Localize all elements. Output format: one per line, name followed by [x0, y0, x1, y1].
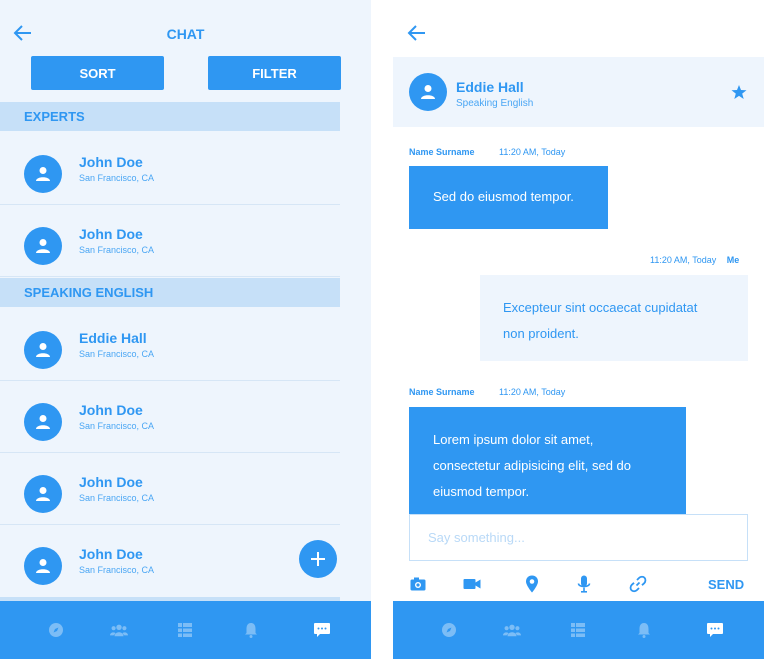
message-meta: 11:20 AM, Today Me: [650, 255, 739, 265]
message-text-line: Excepteur sint occaecat cupidatat: [503, 300, 698, 315]
list-icon[interactable]: [176, 621, 194, 639]
video-icon[interactable]: [463, 575, 481, 593]
contact-location: San Francisco, CA: [79, 245, 155, 255]
message-time: 11:20 AM, Today: [650, 255, 717, 265]
section-header-experts: EXPERTS: [0, 102, 340, 131]
contact-subtitle: Speaking English: [456, 98, 534, 109]
location-icon[interactable]: [523, 575, 541, 593]
avatar-icon: [409, 73, 447, 111]
sort-button[interactable]: SORT: [31, 56, 164, 90]
plus-icon: [311, 552, 325, 566]
message-meta: Name Surname 11:20 AM, Today: [409, 147, 565, 157]
contact-list-item[interactable]: John Doe San Francisco, CA: [0, 133, 340, 205]
contact-name: John Doe: [79, 226, 143, 242]
list-icon[interactable]: [569, 621, 587, 639]
page-title: CHAT: [166, 26, 205, 42]
camera-icon[interactable]: [409, 575, 427, 593]
message-sender: Name Surname: [409, 387, 475, 397]
back-arrow-icon[interactable]: [406, 22, 428, 44]
group-icon[interactable]: [110, 621, 128, 639]
bottom-navigation: [0, 601, 371, 659]
avatar-icon: [24, 155, 62, 193]
message-text: Sed do eiusmod tempor.: [433, 189, 574, 204]
group-icon[interactable]: [503, 621, 521, 639]
avatar-icon: [24, 331, 62, 369]
add-chat-button[interactable]: [299, 540, 337, 578]
contact-location: San Francisco, CA: [79, 493, 155, 503]
message-input[interactable]: Say something...: [409, 514, 748, 561]
section-header-speaking-english: SPEAKING ENGLISH: [0, 278, 340, 307]
message-bubble: Sed do eiusmod tempor.: [409, 166, 608, 229]
contact-location: San Francisco, CA: [79, 349, 155, 359]
bell-icon[interactable]: [242, 621, 260, 639]
contact-list-item[interactable]: John Doe San Francisco, CA: [0, 205, 340, 277]
chat-icon[interactable]: [313, 621, 331, 639]
message-meta: Name Surname 11:20 AM, Today: [409, 387, 565, 397]
message-bubble: Lorem ipsum dolor sit amet, consectetur …: [409, 407, 686, 514]
message-sender: Name Surname: [409, 147, 475, 157]
message-text-line: consectetur adipisicing elit, sed do: [433, 458, 632, 473]
contact-name: Eddie Hall: [456, 79, 524, 95]
contact-list-item[interactable]: John Doe San Francisco, CA: [0, 381, 340, 453]
message-text-line: Lorem ipsum dolor sit amet,: [433, 432, 594, 447]
message-input-placeholder: Say something...: [428, 530, 525, 545]
filter-button[interactable]: FILTER: [208, 56, 341, 90]
contact-location: San Francisco, CA: [79, 421, 155, 431]
conversation-header: Eddie Hall Speaking English: [393, 57, 764, 127]
contact-list-item[interactable]: John Doe San Francisco, CA: [0, 453, 340, 525]
microphone-icon[interactable]: [575, 575, 593, 593]
contact-location: San Francisco, CA: [79, 565, 155, 575]
avatar-icon: [24, 227, 62, 265]
contact-location: San Francisco, CA: [79, 173, 155, 183]
compass-icon[interactable]: [47, 621, 65, 639]
contact-name: John Doe: [79, 546, 143, 562]
compass-icon[interactable]: [440, 621, 458, 639]
conversation-screen: Eddie Hall Speaking English Name Surname…: [393, 0, 764, 659]
contact-name: John Doe: [79, 402, 143, 418]
bell-icon[interactable]: [635, 621, 653, 639]
avatar-icon: [24, 547, 62, 585]
chat-list-screen: CHAT SORT FILTER EXPERTS John Doe San Fr…: [0, 0, 371, 659]
star-icon[interactable]: [731, 84, 747, 105]
avatar-icon: [24, 403, 62, 441]
send-button[interactable]: SEND: [708, 577, 744, 592]
contact-name: John Doe: [79, 154, 143, 170]
contact-list-item[interactable]: John Doe San Francisco, CA: [0, 525, 340, 597]
link-icon[interactable]: [629, 575, 647, 593]
bottom-navigation: [393, 601, 764, 659]
chat-icon[interactable]: [706, 621, 724, 639]
contact-name: Eddie Hall: [79, 330, 147, 346]
contact-list-item[interactable]: Eddie Hall San Francisco, CA: [0, 309, 340, 381]
message-time: 11:20 AM, Today: [499, 387, 566, 397]
message-text-line: eiusmod tempor.: [433, 484, 530, 499]
message-time: 11:20 AM, Today: [499, 147, 566, 157]
message-text-line: non proident.: [503, 326, 579, 341]
message-sender: Me: [726, 255, 740, 265]
message-bubble: Excepteur sint occaecat cupidatat non pr…: [480, 275, 748, 361]
contact-name: John Doe: [79, 474, 143, 490]
avatar-icon: [24, 475, 62, 513]
